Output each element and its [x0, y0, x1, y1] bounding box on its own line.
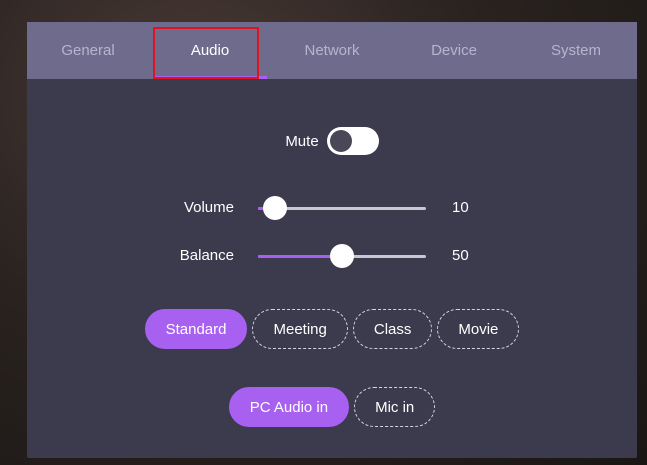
- audio-input-group: PC Audio in Mic in: [27, 387, 637, 427]
- balance-slider-track[interactable]: [258, 244, 426, 268]
- sound-mode-class-button[interactable]: Class: [352, 309, 433, 349]
- balance-slider-thumb[interactable]: [330, 244, 354, 268]
- sound-mode-meeting-button[interactable]: Meeting: [252, 309, 348, 349]
- mute-toggle[interactable]: [326, 127, 379, 155]
- volume-row: Volume 10: [27, 193, 637, 223]
- tab-device[interactable]: Device: [393, 22, 515, 79]
- balance-label: Balance: [179, 247, 234, 264]
- volume-label: Volume: [183, 199, 234, 216]
- tab-system[interactable]: System: [515, 22, 637, 79]
- volume-slider-thumb[interactable]: [262, 196, 287, 220]
- mute-row: Mute: [27, 127, 637, 155]
- sound-mode-movie-button[interactable]: Movie: [437, 309, 520, 349]
- sound-mode-group: Standard Meeting Class Movie: [27, 309, 637, 349]
- mute-toggle-knob: [329, 130, 352, 152]
- settings-panel: General Audio Network Device System Mute…: [27, 22, 637, 458]
- volume-value: 10: [452, 199, 469, 216]
- sound-mode-standard-button[interactable]: Standard: [144, 309, 248, 349]
- mute-label: Mute: [285, 132, 319, 150]
- mic-in-button[interactable]: Mic in: [354, 387, 436, 427]
- tab-bar: General Audio Network Device System: [27, 22, 637, 79]
- tab-network[interactable]: Network: [271, 22, 393, 79]
- tab-general[interactable]: General: [27, 22, 149, 79]
- volume-slider-track[interactable]: [258, 196, 426, 220]
- tab-audio[interactable]: Audio: [149, 22, 271, 79]
- balance-value: 50: [452, 247, 469, 264]
- pc-audio-in-button[interactable]: PC Audio in: [228, 387, 350, 427]
- balance-row: Balance 50: [27, 241, 637, 271]
